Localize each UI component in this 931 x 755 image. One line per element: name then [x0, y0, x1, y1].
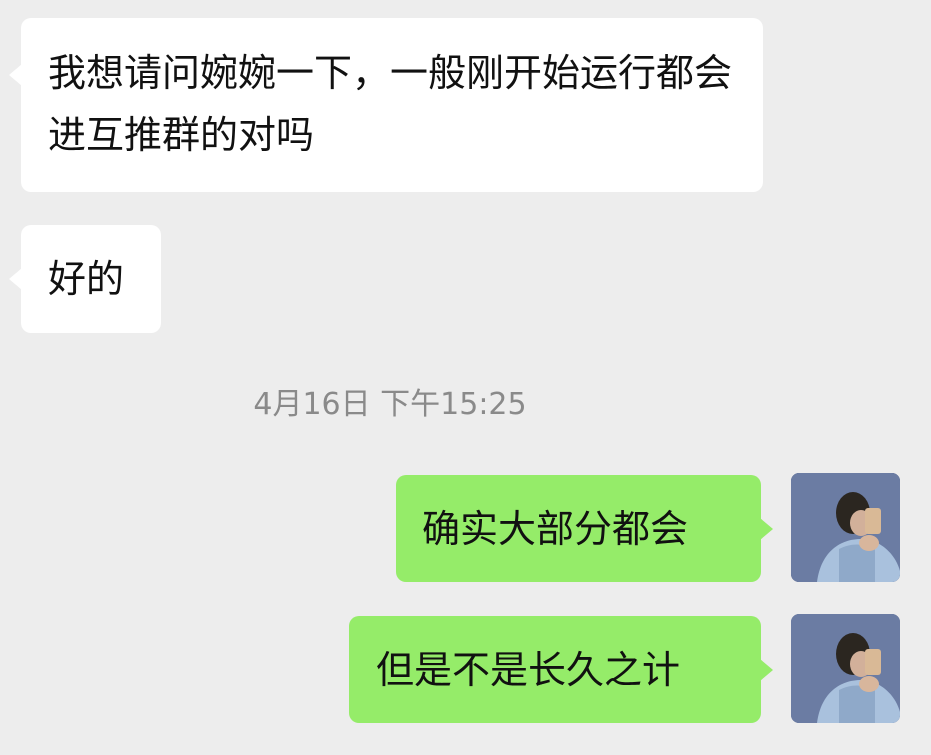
outgoing-message-bubble[interactable]: 但是不是长久之计 [349, 616, 773, 723]
bubble-tail [9, 64, 22, 86]
user-avatar[interactable] [791, 614, 900, 723]
bubble-tail [760, 518, 773, 540]
user-avatar[interactable] [791, 473, 900, 582]
message-timestamp: 4月16日 下午15:25 [253, 387, 527, 422]
avatar-photo-icon [791, 614, 900, 723]
message-text: 但是不是长久之计 [376, 648, 681, 692]
message-text: 我想请问婉婉一下，一般刚开始运行都会进互推群的对吗 [48, 51, 733, 157]
incoming-message-bubble[interactable]: 好的 [9, 225, 161, 333]
message-text: 好的 [48, 257, 125, 301]
outgoing-message-bubble[interactable]: 确实大部分都会 [396, 475, 773, 582]
avatar-photo-icon [791, 473, 900, 582]
bubble-tail [9, 268, 22, 290]
incoming-message-bubble[interactable]: 我想请问婉婉一下，一般刚开始运行都会进互推群的对吗 [9, 18, 763, 192]
message-text: 确实大部分都会 [422, 507, 689, 551]
bubble-tail [760, 659, 773, 681]
